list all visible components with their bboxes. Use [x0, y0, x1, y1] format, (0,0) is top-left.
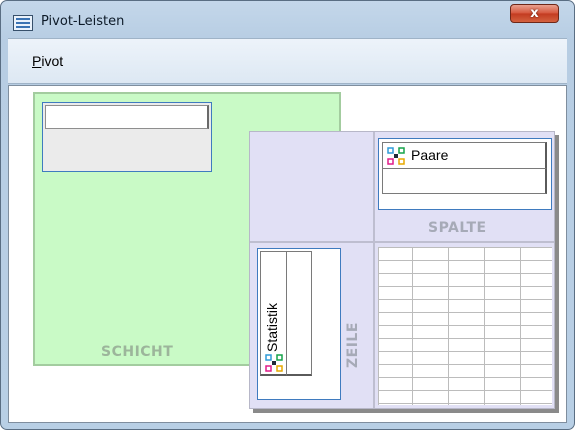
- column-item-label: Paare: [411, 147, 449, 163]
- layer-tray-label: SCHICHT: [101, 344, 174, 360]
- panel-divider-horizontal: [250, 241, 554, 243]
- row-empty-slot[interactable]: [287, 251, 312, 376]
- column-tray-label: SPALTE: [428, 220, 487, 236]
- panel-divider-vertical: [373, 132, 375, 408]
- layer-empty-slot[interactable]: [45, 105, 209, 129]
- app-icon: [13, 15, 33, 31]
- column-empty-slot[interactable]: [382, 169, 547, 194]
- pivot-trays-area: SCHICHT Paare SPALTE Statistik ZEILE: [8, 85, 567, 423]
- layer-drop-well[interactable]: [42, 102, 212, 172]
- row-drop-well[interactable]: Statistik: [257, 248, 341, 400]
- pivot-trays-window: Pivot-Leisten x Pivot SCHICHT Paare SPAL…: [0, 0, 575, 430]
- row-item-label: Statistik: [264, 302, 280, 352]
- row-item-statistik[interactable]: Statistik: [260, 251, 287, 376]
- close-button[interactable]: x: [510, 4, 559, 23]
- menu-pivot[interactable]: Pivot: [32, 53, 63, 69]
- pivot-dimension-icon: [387, 147, 405, 165]
- column-drop-well[interactable]: Paare: [378, 138, 552, 210]
- menu-bar: Pivot: [8, 38, 567, 84]
- menu-pivot-mnemonic: P: [32, 53, 42, 69]
- pivot-panel: Paare SPALTE Statistik ZEILE: [249, 131, 555, 409]
- window-title: Pivot-Leisten: [41, 14, 125, 29]
- row-tray-label: ZEILE: [345, 322, 361, 368]
- menu-pivot-label: ivot: [41, 53, 64, 69]
- close-icon: x: [530, 6, 539, 21]
- pivot-dimension-icon: [265, 354, 283, 372]
- column-item-paare[interactable]: Paare: [382, 142, 547, 169]
- title-bar[interactable]: Pivot-Leisten x: [1, 1, 574, 37]
- pivot-preview-grid: [378, 247, 552, 405]
